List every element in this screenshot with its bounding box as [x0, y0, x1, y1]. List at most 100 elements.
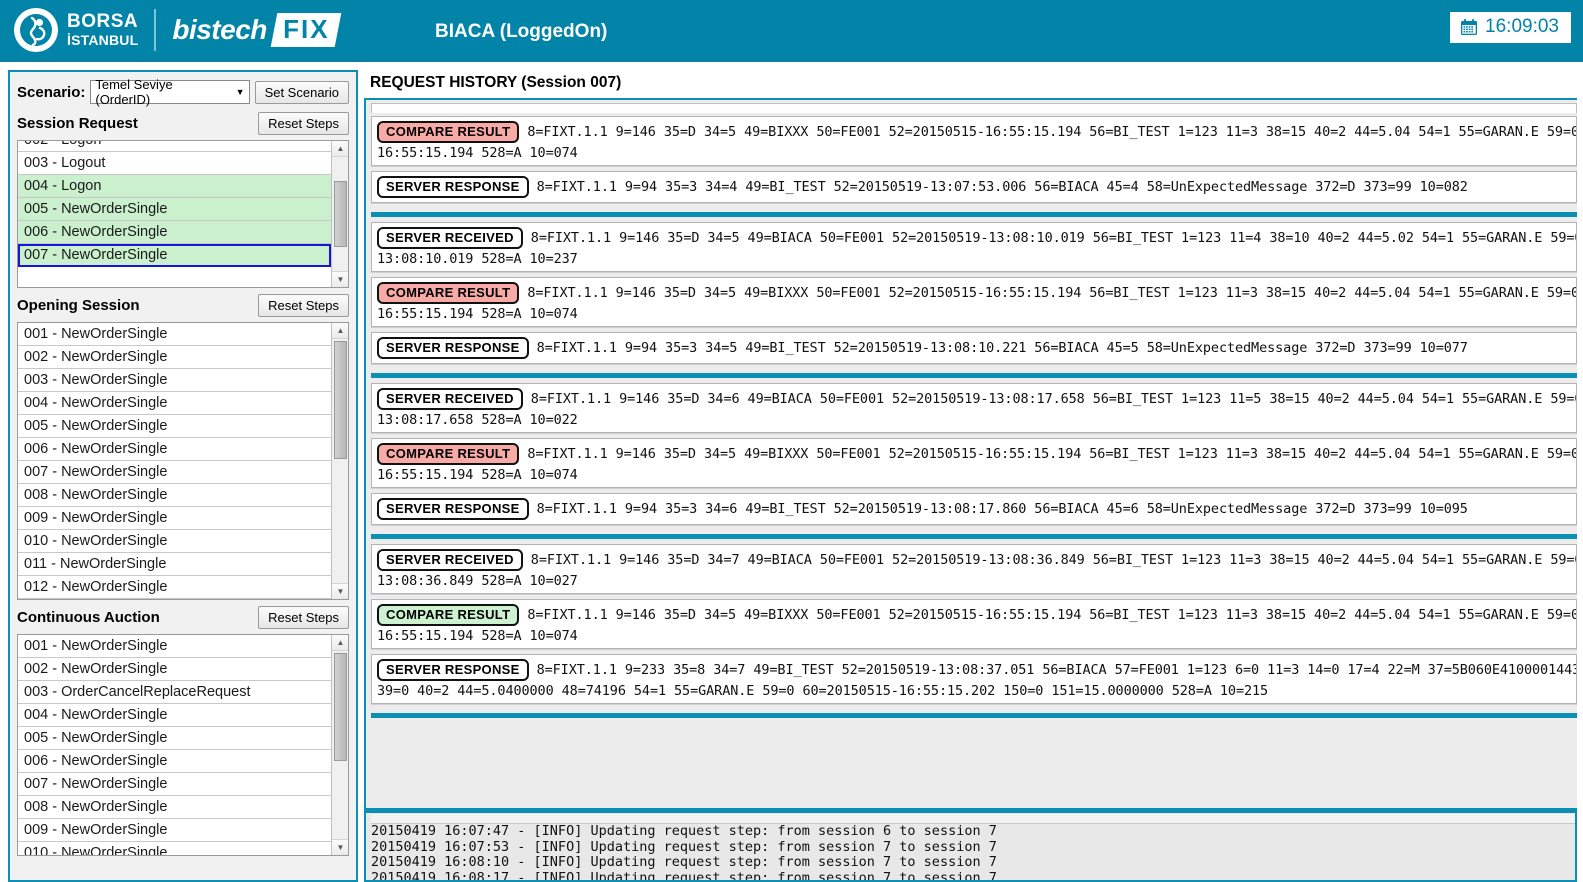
list-item[interactable]: 006 - NewOrderSingle: [18, 750, 331, 773]
list-item[interactable]: 007 - NewOrderSingle: [18, 244, 331, 267]
opening-session-scrollbar[interactable]: ▲ ▼: [331, 323, 348, 599]
list-item[interactable]: 003 - OrderCancelReplaceRequest: [18, 681, 331, 704]
continuous-auction-header: Continuous Auction Reset Steps: [17, 604, 349, 630]
fix-message-text: 8=FIXT.1.1 9=146 35=D 34=5 49=BIACA 50=F…: [530, 230, 1577, 246]
list-item[interactable]: 012 - NewOrderSingle: [18, 576, 331, 599]
status-badge: SERVER RESPONSE: [377, 498, 529, 520]
session-request-scrollbar[interactable]: ▲ ▼: [331, 141, 348, 287]
message-card[interactable]: SERVER RECEIVED 8=FIXT.1.1 9=146 35=D 34=…: [371, 544, 1577, 594]
log-panel[interactable]: 20150419 16:07:47 - [INFO] Updating requ…: [364, 810, 1577, 882]
request-history-panel[interactable]: COMPARE RESULT 8=FIXT.1.1 9=146 35=D 34=5…: [364, 98, 1577, 810]
message-card[interactable]: SERVER RECEIVED 8=FIXT.1.1 9=146 35=D 34=…: [371, 383, 1577, 433]
log-line: 20150419 16:07:47 - [INFO] Updating requ…: [371, 823, 997, 839]
message-line-1: COMPARE RESULT 8=FIXT.1.1 9=146 35=D 34=5…: [377, 604, 1576, 626]
message-line-1: COMPARE RESULT 8=FIXT.1.1 9=146 35=D 34=5…: [377, 121, 1576, 143]
clock-time: 16:09:03: [1485, 16, 1559, 37]
status-badge: COMPARE RESULT: [377, 282, 520, 304]
session-request-title: Session Request: [17, 114, 138, 132]
opening-session-title: Opening Session: [17, 296, 140, 314]
logo-divider: [154, 8, 157, 51]
list-item[interactable]: 006 - NewOrderSingle: [18, 438, 331, 461]
message-line-1: COMPARE RESULT 8=FIXT.1.1 9=146 35=D 34=5…: [377, 443, 1576, 465]
list-item[interactable]: 001 - NewOrderSingle: [18, 323, 331, 346]
list-item[interactable]: 004 - NewOrderSingle: [18, 392, 331, 415]
list-item[interactable]: 005 - NewOrderSingle: [18, 727, 331, 750]
list-item[interactable]: 011 - NewOrderSingle: [18, 553, 331, 576]
list-item[interactable]: 009 - NewOrderSingle: [18, 507, 331, 530]
fix-message-text: 8=FIXT.1.1 9=146 35=D 34=5 49=BIXXX 50=F…: [527, 446, 1577, 462]
list-item[interactable]: 003 - Logout: [18, 152, 331, 175]
list-item[interactable]: 008 - NewOrderSingle: [18, 796, 331, 819]
fix-message-text: 8=FIXT.1.1 9=146 35=D 34=5 49=BIXXX 50=F…: [527, 607, 1577, 623]
brand-line-1: BORSA: [67, 11, 139, 32]
scroll-down-icon[interactable]: ▼: [332, 839, 348, 855]
scroll-up-icon[interactable]: ▲: [332, 635, 348, 651]
continuous-auction-list[interactable]: 001 - NewOrderSingle 002 - NewOrderSingle…: [17, 634, 349, 856]
fix-message-text: 8=FIXT.1.1 9=233 35=8 34=7 49=BI_TEST 52…: [536, 662, 1577, 678]
reset-steps-button-continuous-auction[interactable]: Reset Steps: [258, 605, 349, 629]
message-card[interactable]: SERVER RECEIVED 8=FIXT.1.1 9=146 35=D 34=…: [371, 222, 1577, 272]
group-separator: [371, 713, 1577, 718]
product-suffix-badge: FIX: [270, 12, 342, 47]
page-body: Scenario: Temel Seviye (OrderID) ▼ Set S…: [0, 62, 1583, 882]
brand-wordmark: BORSA İSTANBUL: [67, 12, 138, 47]
scroll-up-icon[interactable]: ▲: [332, 141, 348, 157]
list-item[interactable]: 005 - NewOrderSingle: [18, 415, 331, 438]
group-separator: [371, 534, 1577, 539]
scenario-select[interactable]: Temel Seviye (OrderID) ▼: [90, 77, 250, 107]
scrollbar-thumb[interactable]: [334, 181, 347, 247]
list-item[interactable]: 010 - NewOrderSingle: [18, 842, 331, 855]
list-item[interactable]: 003 - NewOrderSingle: [18, 369, 331, 392]
list-item[interactable]: 005 - NewOrderSingle: [18, 198, 331, 221]
list-item[interactable]: 002 - Logon: [18, 141, 331, 152]
scroll-down-icon[interactable]: ▼: [332, 583, 348, 599]
opening-session-list[interactable]: 001 - NewOrderSingle 002 - NewOrderSingle…: [17, 322, 349, 600]
session-request-list[interactable]: 002 - Logon003 - Logout004 - Logon005 - …: [17, 140, 349, 288]
list-item[interactable]: 004 - NewOrderSingle: [18, 704, 331, 727]
fix-message-text: 8=FIXT.1.1 9=146 35=D 34=6 49=BIACA 50=F…: [530, 391, 1577, 407]
scrollbar-thumb[interactable]: [334, 341, 347, 459]
opening-session-list-items: 001 - NewOrderSingle 002 - NewOrderSingle…: [18, 323, 331, 599]
message-line-2: 16:55:15.194 528=A 10=074: [377, 467, 578, 483]
status-badge: SERVER RESPONSE: [377, 337, 529, 359]
message-card[interactable]: SERVER RESPONSE 8=FIXT.1.1 9=233 35=8 34=…: [371, 654, 1577, 704]
opening-session-header: Opening Session Reset Steps: [17, 292, 349, 318]
message-line-2: 16:55:15.194 528=A 10=074: [377, 306, 578, 322]
set-scenario-button[interactable]: Set Scenario: [254, 80, 349, 104]
request-history-title: REQUEST HISTORY (Session 007): [370, 74, 622, 91]
scroll-down-icon[interactable]: ▼: [332, 271, 348, 287]
reset-steps-button-opening-session[interactable]: Reset Steps: [258, 293, 349, 317]
list-item[interactable]: 007 - NewOrderSingle: [18, 461, 331, 484]
message-line-1: SERVER RECEIVED 8=FIXT.1.1 9=146 35=D 34=…: [377, 227, 1576, 249]
fix-message-text: 8=FIXT.1.1 9=146 35=D 34=7 49=BIACA 50=F…: [530, 552, 1577, 568]
list-item[interactable]: 002 - NewOrderSingle: [18, 658, 331, 681]
list-item[interactable]: 002 - NewOrderSingle: [18, 346, 331, 369]
list-item[interactable]: 006 - NewOrderSingle: [18, 221, 331, 244]
message-card[interactable]: SERVER RESPONSE 8=FIXT.1.1 9=94 35=3 34=5…: [371, 332, 1577, 364]
product-name: bistech: [172, 13, 267, 45]
message-line-1: SERVER RESPONSE 8=FIXT.1.1 9=94 35=3 34=4…: [377, 176, 1576, 198]
message-card[interactable]: COMPARE RESULT 8=FIXT.1.1 9=146 35=D 34=5…: [371, 116, 1577, 166]
scroll-up-icon[interactable]: ▲: [332, 323, 348, 339]
message-line-2: 39=0 40=2 44=5.0400000 48=74196 54=1 55=…: [377, 683, 1269, 699]
message-card[interactable]: COMPARE RESULT 8=FIXT.1.1 9=146 35=D 34=5…: [371, 277, 1577, 327]
session-request-list-items: 002 - Logon003 - Logout004 - Logon005 - …: [18, 141, 331, 287]
message-card[interactable]: COMPARE RESULT 8=FIXT.1.1 9=146 35=D 34=5…: [371, 599, 1577, 649]
message-card[interactable]: SERVER RESPONSE 8=FIXT.1.1 9=94 35=3 34=4…: [371, 171, 1577, 203]
list-item[interactable]: 001 - NewOrderSingle: [18, 635, 331, 658]
message-line-1: COMPARE RESULT 8=FIXT.1.1 9=146 35=D 34=5…: [377, 282, 1576, 304]
status-badge: SERVER RESPONSE: [377, 176, 529, 198]
continuous-auction-scrollbar[interactable]: ▲ ▼: [331, 635, 348, 855]
list-item[interactable]: 010 - NewOrderSingle: [18, 530, 331, 553]
list-item[interactable]: 007 - NewOrderSingle: [18, 773, 331, 796]
status-badge: SERVER RECEIVED: [377, 227, 523, 249]
scrollbar-thumb[interactable]: [334, 653, 347, 761]
reset-steps-button-session-request[interactable]: Reset Steps: [258, 111, 349, 135]
message-card[interactable]: SERVER RESPONSE 8=FIXT.1.1 9=94 35=3 34=6…: [371, 493, 1577, 525]
list-item[interactable]: 008 - NewOrderSingle: [18, 484, 331, 507]
continuous-auction-list-items: 001 - NewOrderSingle 002 - NewOrderSingle…: [18, 635, 331, 855]
list-item[interactable]: 009 - NewOrderSingle: [18, 819, 331, 842]
list-item[interactable]: 004 - Logon: [18, 175, 331, 198]
fix-message-text: 8=FIXT.1.1 9=94 35=3 34=6 49=BI_TEST 52=…: [536, 501, 1468, 517]
message-card[interactable]: COMPARE RESULT 8=FIXT.1.1 9=146 35=D 34=5…: [371, 438, 1577, 488]
